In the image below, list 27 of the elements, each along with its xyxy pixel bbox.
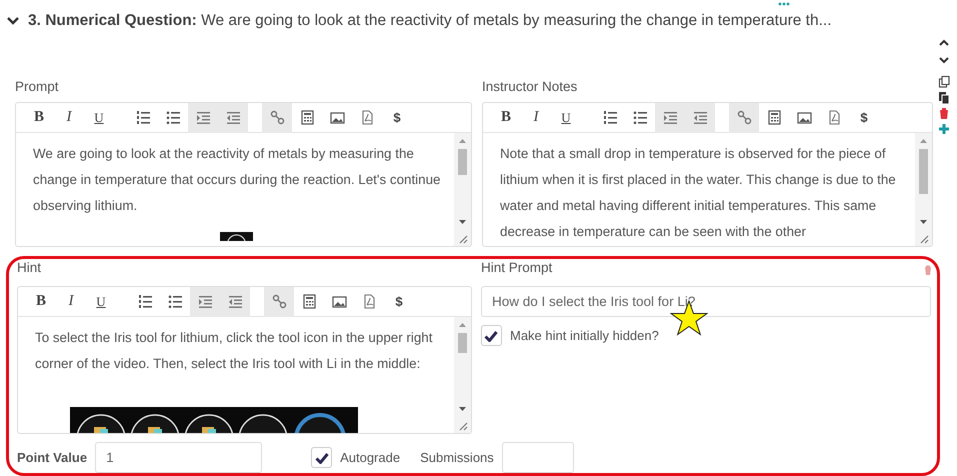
point-value-label: Point Value xyxy=(17,448,88,467)
italic-button[interactable]: I xyxy=(56,287,86,316)
dollar-button[interactable]: $ xyxy=(384,287,414,316)
bold-button[interactable]: B xyxy=(26,287,56,316)
editor-area[interactable]: We are going to look at the reactivity of metals by measuring the change in temperature that occurs during the reaction. Let's continue observing lithium. xyxy=(16,133,454,246)
submissions-label: Submissions xyxy=(420,448,494,467)
underline-button[interactable]: U xyxy=(86,287,116,316)
underline-button[interactable]: U xyxy=(84,103,114,132)
bold-button[interactable]: B xyxy=(24,103,54,132)
hint-text: To select the Iris tool for lithium, click the tool icon in the upper right corner of the video. Then, select the Iris tool with Li in the middle: xyxy=(34,329,434,373)
dollar-button[interactable]: $ xyxy=(382,103,412,132)
prompt-label: Prompt xyxy=(15,78,59,96)
question-title: 3. Numerical Question: We are going to look at the reactivity of metals by measuring the change in temperature th... xyxy=(28,11,832,32)
hint-label: Hint xyxy=(17,259,42,277)
prompt-text: We are going to look at the reactivity of metals by measuring the change in temperature that occurs during the reaction. Let's continue observing lithium. xyxy=(32,145,442,215)
hint-prompt-field[interactable]: How do I select the Iris tool for Li? xyxy=(480,286,931,317)
dollar-button[interactable]: $ xyxy=(849,103,879,132)
hidden-option-label: Make hint initially hidden? xyxy=(510,326,659,345)
autograde-label: Autograde xyxy=(340,448,400,467)
hint-prompt-label: Hint Prompt xyxy=(480,259,552,277)
notes-text: Note that a small drop in temperature is observed for the piece of lithium when it is first placed in the water. This change is due to the water and metal having different initial temperatures. This same decrease in temperature can be seen with the other xyxy=(499,145,897,241)
notes-label: Instructor Notes xyxy=(482,78,578,96)
italic-button[interactable]: I xyxy=(54,103,84,132)
italic-button[interactable]: I xyxy=(521,103,551,132)
bold-button[interactable]: B xyxy=(491,103,521,132)
point-value-field[interactable]: 1 xyxy=(95,442,262,473)
underline-button[interactable]: U xyxy=(551,103,581,132)
